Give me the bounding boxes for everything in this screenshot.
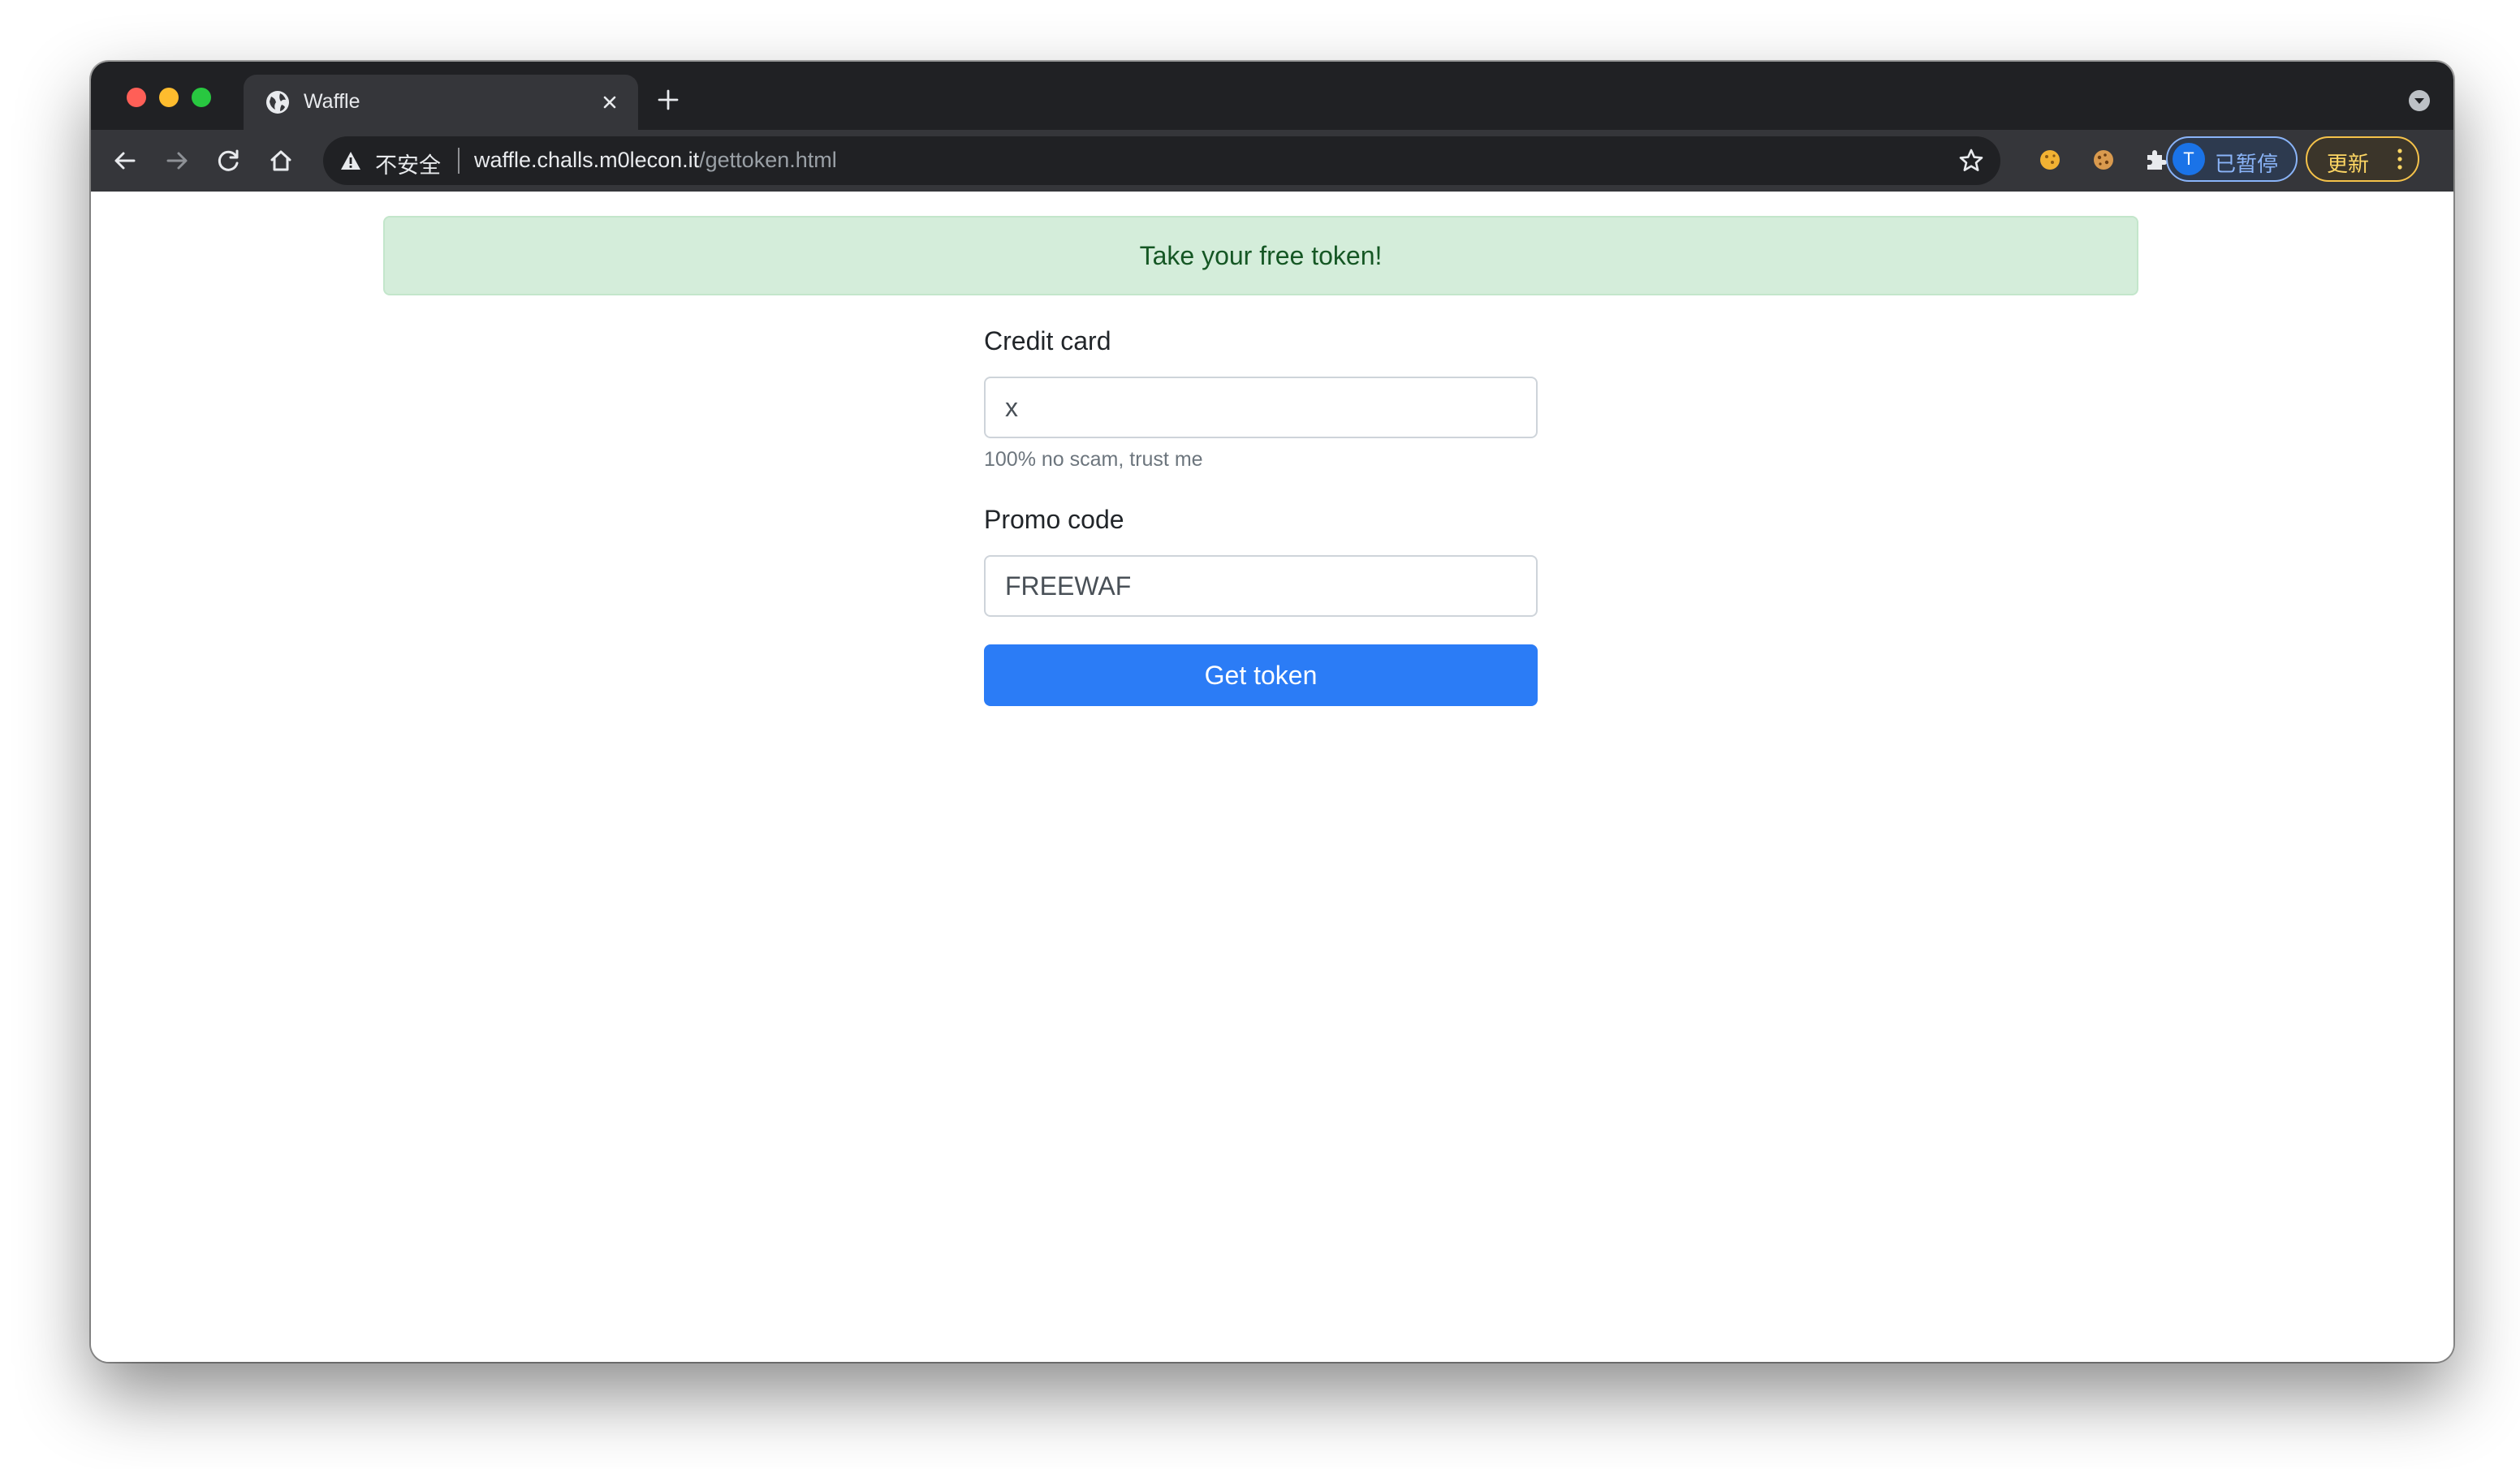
close-window-button[interactable] bbox=[127, 88, 146, 107]
tab-title: Waffle bbox=[304, 90, 360, 113]
success-alert: Take your free token! bbox=[383, 216, 2138, 295]
web-page: Take your free token! Credit card 100% n… bbox=[91, 192, 2453, 1362]
star-icon[interactable] bbox=[1957, 146, 1986, 175]
url-text[interactable]: waffle.challs.m0lecon.it/gettoken.html bbox=[474, 148, 837, 173]
tab-strip: Waffle bbox=[91, 62, 2453, 130]
new-tab-icon[interactable] bbox=[656, 88, 680, 112]
get-token-button[interactable]: Get token bbox=[984, 644, 1538, 706]
url-host: waffle.challs.m0lecon.it bbox=[474, 148, 700, 172]
security-label[interactable]: 不安全 bbox=[375, 148, 441, 179]
forward-arrow-icon[interactable] bbox=[162, 146, 192, 175]
update-label: 更新 bbox=[2327, 152, 2370, 176]
cookie-editor-extension-icon[interactable] bbox=[2088, 144, 2119, 175]
tab-search-icon[interactable] bbox=[2408, 89, 2431, 112]
maximize-window-button[interactable] bbox=[192, 88, 211, 107]
credit-card-label: Credit card bbox=[984, 326, 1111, 355]
back-arrow-icon[interactable] bbox=[110, 146, 140, 175]
profile-status: 已暂停 bbox=[2215, 152, 2279, 176]
home-icon[interactable] bbox=[266, 146, 296, 175]
minimize-window-button[interactable] bbox=[159, 88, 179, 107]
promo-code-input[interactable] bbox=[984, 555, 1538, 617]
cookie-extension-icon[interactable] bbox=[2035, 144, 2065, 175]
address-separator bbox=[458, 148, 460, 174]
address-bar[interactable]: 不安全 waffle.challs.m0lecon.it/gettoken.ht… bbox=[323, 136, 2000, 185]
credit-card-input[interactable] bbox=[984, 377, 1538, 438]
more-vertical-icon[interactable] bbox=[2393, 147, 2406, 171]
url-path: /gettoken.html bbox=[699, 148, 837, 172]
reload-icon[interactable] bbox=[214, 146, 244, 175]
globe-icon bbox=[266, 91, 289, 114]
close-tab-icon[interactable] bbox=[598, 90, 622, 114]
profile-button[interactable]: T 已暂停 bbox=[2166, 136, 2298, 182]
warning-icon[interactable] bbox=[339, 149, 362, 172]
avatar: T bbox=[2173, 143, 2205, 175]
browser-window: Waffle 不安全 waffle.challs.m0lecon.it/gett… bbox=[91, 62, 2453, 1362]
browser-toolbar: 不安全 waffle.challs.m0lecon.it/gettoken.ht… bbox=[91, 130, 2453, 192]
tab-waffle[interactable]: Waffle bbox=[244, 75, 638, 130]
credit-card-help-text: 100% no scam, trust me bbox=[984, 448, 1203, 471]
update-button[interactable]: 更新 bbox=[2306, 136, 2419, 182]
promo-code-label: Promo code bbox=[984, 505, 1124, 534]
